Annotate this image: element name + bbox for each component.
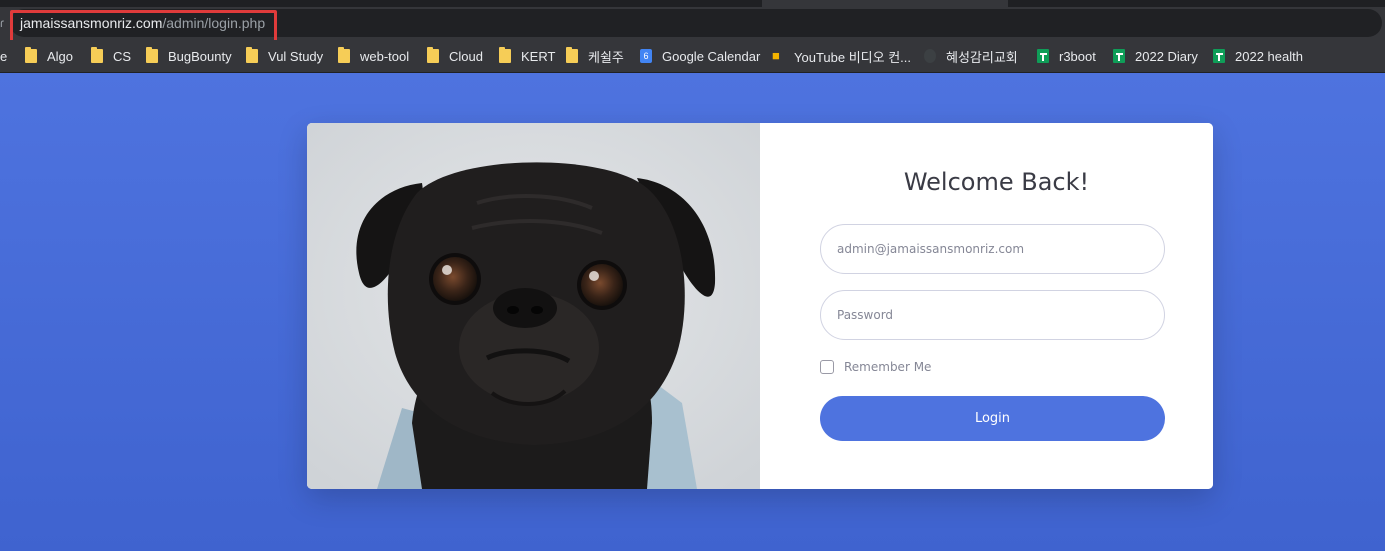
remember-me-label: Remember Me <box>844 360 932 374</box>
login-form: Welcome Back! Remember Me Login <box>760 123 1213 489</box>
folder-icon <box>25 47 37 63</box>
bookmark-label: Cloud <box>449 48 483 64</box>
address-bar: ɾ jamaissansmonriz.com/admin/login.php <box>0 7 1385 43</box>
pug-photo <box>307 123 760 489</box>
bookmark-label: KERT <box>521 48 556 64</box>
page-background: Welcome Back! Remember Me Login <box>0 73 1385 551</box>
folder-icon <box>427 47 439 63</box>
folder-icon <box>499 47 511 63</box>
bookmark-2022-diary[interactable]: 2022 Diary <box>1113 40 1198 72</box>
tab-strip <box>0 0 1385 7</box>
login-card: Welcome Back! Remember Me Login <box>307 123 1213 489</box>
folder-icon <box>146 47 158 63</box>
folder-icon <box>566 47 578 63</box>
bookmark-kert[interactable]: KERT <box>499 40 555 72</box>
google-sheets-icon <box>1037 49 1049 63</box>
bookmark-youtube[interactable]: ■ YouTube 비디오 컨... <box>772 40 911 72</box>
bookmark-google-calendar[interactable]: 6 Google Calendar <box>640 40 760 72</box>
bookmarks-bar: e Algo CS BugBounty Vul Study web-tool C… <box>0 40 1385 73</box>
bookmark-overflow[interactable]: e <box>0 40 7 72</box>
bookmark-kesyulju[interactable]: 케쉴주 <box>566 40 624 72</box>
google-sheets-icon <box>1213 49 1225 63</box>
bookmark-label: 2022 Diary <box>1135 48 1198 64</box>
browser-tab[interactable] <box>762 0 1008 7</box>
bookmark-label: 2022 health <box>1235 48 1303 64</box>
bookmark-2022-health[interactable]: 2022 health <box>1213 40 1303 72</box>
bookmark-label: 혜성감리교회 <box>946 49 1018 65</box>
remember-me[interactable]: Remember Me <box>820 360 931 374</box>
bookmark-web-tool[interactable]: web-tool <box>338 40 409 72</box>
bookmark-vul-study[interactable]: Vul Study <box>246 40 323 72</box>
bookmark-bugbounty[interactable]: BugBounty <box>146 40 232 72</box>
google-sheets-icon <box>1113 49 1125 63</box>
bookmark-cloud[interactable]: Cloud <box>427 40 483 72</box>
welcome-title: Welcome Back! <box>903 168 1090 196</box>
bookmark-label: BugBounty <box>168 48 232 64</box>
folder-icon <box>338 47 350 63</box>
url-highlight-box <box>10 10 277 43</box>
password-field[interactable] <box>820 290 1165 340</box>
church-icon <box>924 49 936 63</box>
toolbar-edge-glyph: ɾ <box>0 16 4 30</box>
bookmark-label: web-tool <box>360 48 410 64</box>
google-calendar-icon: 6 <box>640 49 652 63</box>
bookmark-label: Vul Study <box>268 48 324 64</box>
bookmark-label: Google Calendar <box>662 48 761 64</box>
bookmark-algo[interactable]: Algo <box>25 40 73 72</box>
bookmark-church[interactable]: 혜성감리교회 <box>924 40 1018 72</box>
youtube-video-icon: ■ <box>772 48 780 63</box>
bookmark-label: r3boot <box>1059 48 1096 64</box>
email-field[interactable] <box>820 224 1165 274</box>
bookmark-overflow-label: e <box>0 48 8 64</box>
bookmark-label: Algo <box>47 48 74 64</box>
bookmark-cs[interactable]: CS <box>91 40 131 72</box>
remember-me-checkbox[interactable] <box>820 360 834 374</box>
folder-icon <box>246 47 258 63</box>
bookmark-label: 케쉴주 <box>588 49 624 65</box>
bookmark-label: YouTube 비디오 컨... <box>794 49 911 65</box>
bookmark-r3boot[interactable]: r3boot <box>1037 40 1096 72</box>
login-button[interactable]: Login <box>820 396 1165 441</box>
folder-icon <box>91 47 103 63</box>
bookmark-label: CS <box>113 48 132 64</box>
